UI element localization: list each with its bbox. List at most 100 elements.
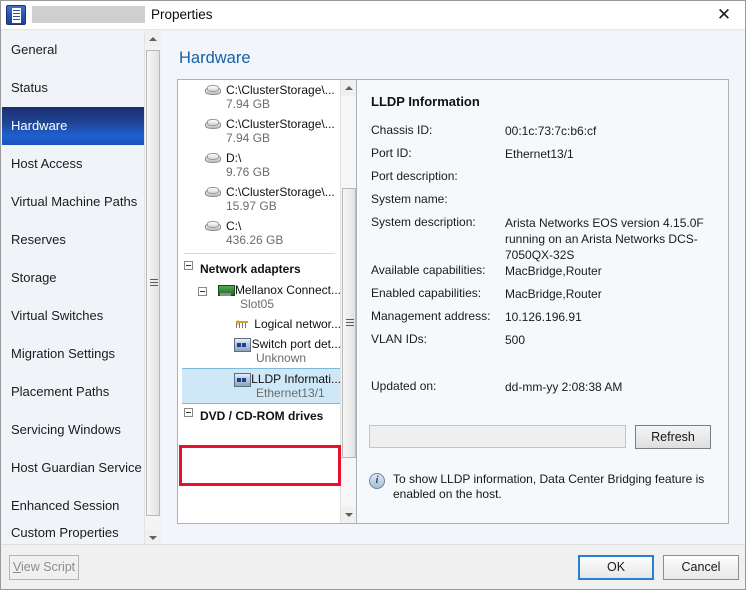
view-script-label: iew Script	[21, 560, 75, 574]
tree-item[interactable]: D:\9.76 GB	[178, 148, 341, 182]
tree-scroll-up-icon[interactable]	[341, 80, 357, 96]
sidebar-item-hardware[interactable]: Hardware	[2, 107, 159, 145]
sidebar-item-host-guardian-service[interactable]: Host Guardian Service	[2, 449, 159, 487]
tree-group-dvd-drives[interactable]: DVD / CD-ROM drives	[178, 404, 341, 427]
sidebar-item-migration-settings[interactable]: Migration Settings	[2, 335, 159, 373]
tree-item-sublabel: Unknown	[234, 351, 341, 365]
window-title: Properties	[151, 7, 213, 22]
dialog-footer: View Script OK Cancel	[2, 544, 746, 588]
detail-label: Port ID:	[371, 146, 412, 160]
sidebar-item-enhanced-session[interactable]: Enhanced Session	[2, 487, 159, 525]
tree-item-label: Mellanox Connect...	[235, 283, 341, 297]
tree-item-label: D:\	[226, 151, 241, 165]
properties-dialog: Properties ✕ GeneralStatusHardwareHost A…	[0, 0, 746, 590]
disk-icon	[204, 117, 220, 131]
lldp-details-panel: LLDP Information Chassis ID: 00:1c:73:7c:…	[357, 79, 729, 524]
refresh-input[interactable]	[369, 425, 626, 448]
refresh-button[interactable]: Refresh	[635, 425, 711, 449]
tree-scroll-thumb[interactable]	[342, 188, 356, 458]
sidebar-scrollbar[interactable]	[144, 31, 160, 546]
tree-item[interactable]: Logical networ...	[178, 314, 341, 334]
tree-group-label: Network adapters	[200, 262, 301, 276]
sidebar-scroll-up-icon[interactable]	[145, 31, 161, 47]
tree-item-sublabel: 7.94 GB	[204, 131, 341, 145]
tree-divider	[184, 253, 335, 254]
detail-value: MacBridge,Router	[505, 286, 719, 302]
switch-port-icon	[234, 372, 245, 386]
refresh-accel: R	[651, 430, 660, 444]
sidebar-item-virtual-switches[interactable]: Virtual Switches	[2, 297, 159, 335]
sidebar-item-placement-paths[interactable]: Placement Paths	[2, 373, 159, 411]
sidebar-item-label: Reserves	[11, 232, 66, 247]
expand-collapse-icon[interactable]	[184, 408, 193, 417]
tree-item-sublabel: Ethernet13/1	[234, 386, 341, 400]
sidebar-item-reserves[interactable]: Reserves	[2, 221, 159, 259]
sidebar-item-label: Storage	[11, 270, 57, 285]
details-title: LLDP Information	[371, 94, 480, 109]
tree-group-network-adapters[interactable]: Network adapters	[178, 257, 341, 280]
cancel-button[interactable]: Cancel	[663, 555, 739, 580]
refresh-label: efresh	[660, 430, 695, 444]
info-message: To show LLDP information, Data Center Br…	[393, 472, 719, 502]
sidebar-item-custom-properties[interactable]: Custom Properties	[2, 525, 159, 539]
tree-item-lldp-information[interactable]: LLDP Informati...Ethernet13/1	[178, 368, 341, 404]
detail-value: 10.126.196.91	[505, 309, 719, 325]
detail-label: Chassis ID:	[371, 123, 432, 137]
updated-on-value: dd-mm-yy 2:08:38 AM	[505, 379, 719, 395]
view-script-button[interactable]: View Script	[9, 555, 79, 580]
disk-icon	[204, 185, 220, 199]
sidebar-item-status[interactable]: Status	[2, 69, 159, 107]
info-icon	[369, 473, 385, 489]
title-bar: Properties ✕	[1, 1, 745, 30]
tree-group-label: DVD / CD-ROM drives	[200, 409, 323, 423]
detail-value: Arista Networks EOS version 4.15.0F runn…	[505, 215, 719, 263]
sidebar-nav: GeneralStatusHardwareHost Access Virtual …	[2, 31, 160, 546]
close-icon[interactable]: ✕	[709, 4, 739, 26]
sidebar-item-label: Virtual Machine Paths	[11, 194, 137, 209]
refresh-row: Refresh	[369, 425, 719, 449]
tree-item-label: C:\	[226, 219, 241, 233]
tree-item-label: Switch port det...	[252, 337, 341, 351]
updated-on-label: Updated on:	[371, 379, 436, 393]
sidebar-item-servicing-windows[interactable]: Servicing Windows	[2, 411, 159, 449]
tree-item[interactable]: C:\436.26 GB	[178, 216, 341, 250]
page-title: Hardware	[179, 49, 251, 68]
sidebar-scroll-thumb[interactable]	[146, 50, 160, 516]
detail-value: Ethernet13/1	[505, 146, 719, 162]
tree-item-sublabel: 7.94 GB	[204, 97, 341, 111]
tree-item-mellanox-adapter[interactable]: Mellanox Connect...Slot05	[178, 280, 341, 314]
tree-item-sublabel: 15.97 GB	[204, 199, 341, 213]
tree-item-sublabel: Slot05	[218, 297, 341, 311]
view-script-accel: V	[13, 560, 21, 574]
switch-port-icon	[234, 337, 246, 351]
detail-value: 00:1c:73:7c:b6:cf	[505, 123, 719, 139]
tree-item[interactable]: C:\ClusterStorage\...15.97 GB	[178, 182, 341, 216]
tree-item[interactable]: C:\ClusterStorage\...7.94 GB	[178, 114, 341, 148]
hardware-tree[interactable]: C:\ClusterStorage\...7.94 GBC:\ClusterSt…	[178, 80, 341, 523]
ok-button[interactable]: OK	[578, 555, 654, 580]
tree-item-label: C:\ClusterStorage\...	[226, 83, 335, 97]
tree-item-label: LLDP Informati...	[251, 372, 341, 386]
expand-collapse-icon[interactable]	[198, 287, 207, 296]
detail-label: VLAN IDs:	[371, 332, 427, 346]
tree-item[interactable]: Switch port det...Unknown	[178, 334, 341, 368]
tree-scrollbar[interactable]	[340, 80, 356, 523]
sidebar-item-general[interactable]: General	[2, 31, 159, 69]
expand-collapse-icon[interactable]	[184, 261, 193, 270]
sidebar-item-host-access[interactable]: Host Access	[2, 145, 159, 183]
tree-item[interactable]: C:\ClusterStorage\...7.94 GB	[178, 80, 341, 114]
disk-icon	[204, 219, 220, 233]
detail-value: 500	[505, 332, 719, 348]
sidebar-item-label: Enhanced Session	[11, 498, 119, 513]
tree-item-sublabel: 436.26 GB	[204, 233, 341, 247]
tree-scroll-down-icon[interactable]	[341, 507, 357, 523]
sidebar-item-label: Placement Paths	[11, 384, 109, 399]
sidebar-item-virtual-machine-paths[interactable]: Virtual Machine Paths	[2, 183, 159, 221]
main-content: Hardware C:\ClusterStorage\...7.94 GBC:\…	[161, 31, 745, 546]
sidebar-item-storage[interactable]: Storage	[2, 259, 159, 297]
sidebar-item-label: Migration Settings	[11, 346, 115, 361]
tree-item-sublabel: 9.76 GB	[204, 165, 341, 179]
logical-network-icon	[234, 318, 248, 331]
detail-value: MacBridge,Router	[505, 263, 719, 279]
detail-label: Available capabilities:	[371, 263, 486, 277]
